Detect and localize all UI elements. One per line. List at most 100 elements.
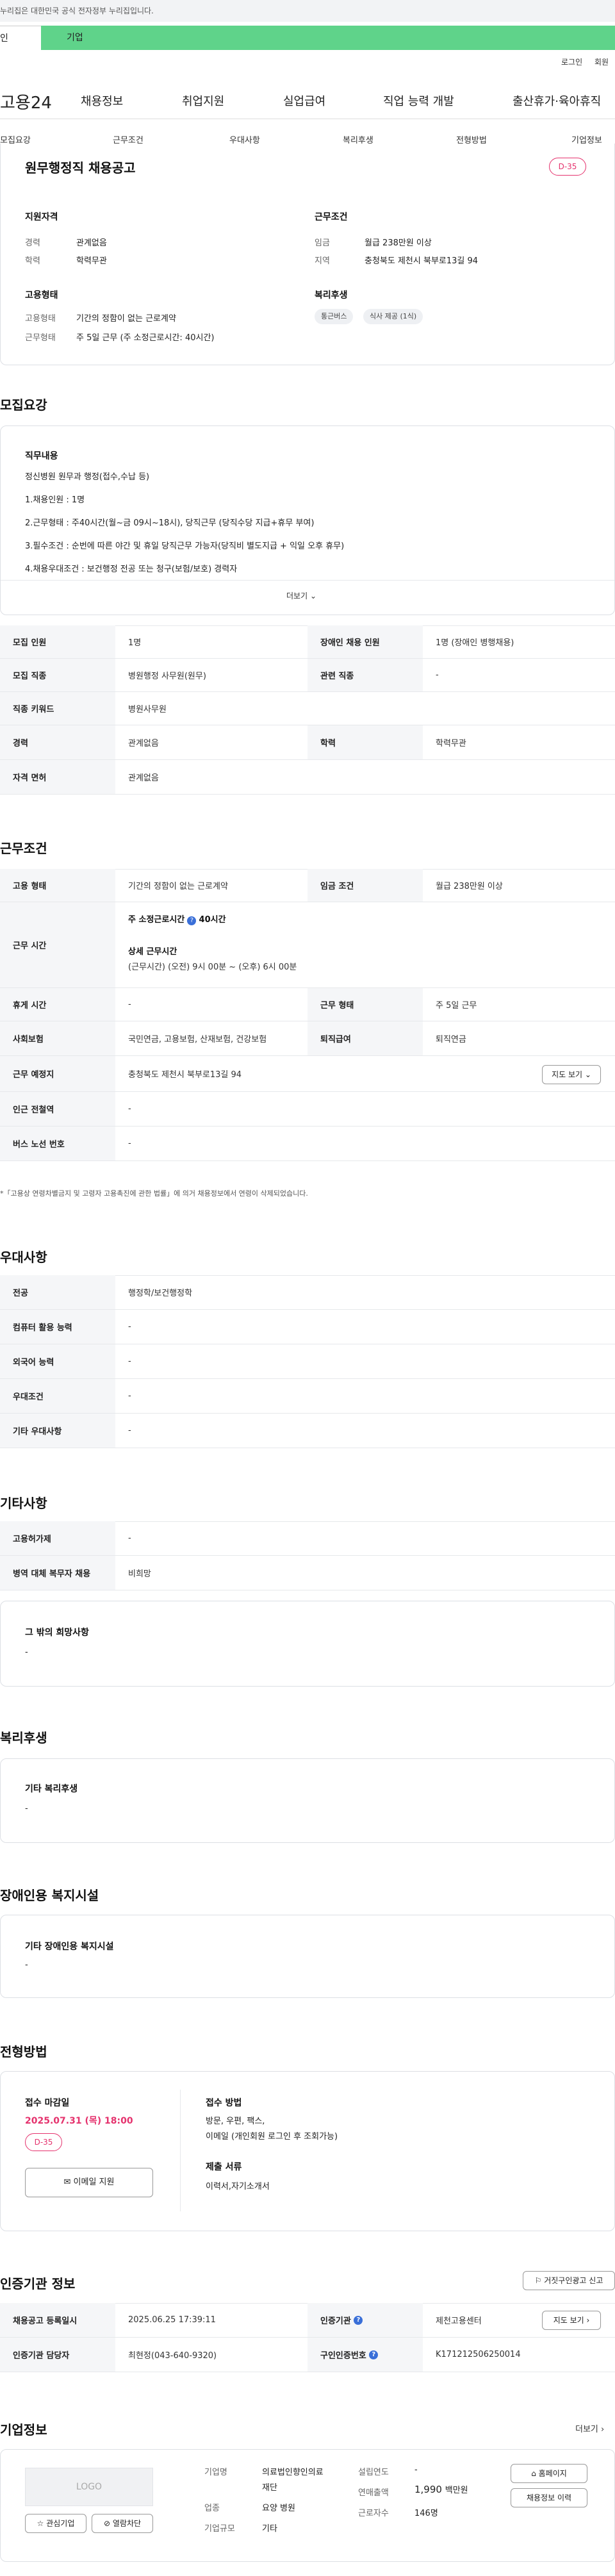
- wage-label: 임금: [315, 238, 330, 248]
- false-ad-report-button[interactable]: ⚐ 거짓구인광고 신고: [523, 2271, 615, 2290]
- docs-title: 제출 서류: [206, 2162, 242, 2172]
- td-pref-cond: -: [128, 1391, 131, 1401]
- th-career: 경력: [0, 725, 115, 759]
- region-label: 지역: [315, 256, 330, 266]
- welfare-section-title: 복리후생: [0, 1730, 47, 1746]
- th-related: 관련 직종: [308, 659, 423, 691]
- site-logo[interactable]: 고용24: [0, 90, 52, 113]
- company-section-title: 기업정보: [0, 2422, 47, 2438]
- th-language: 외국어 능력: [0, 1344, 115, 1378]
- favorite-company-button[interactable]: ☆ 관심기업: [25, 2514, 86, 2533]
- info-icon[interactable]: ?: [369, 2350, 379, 2359]
- recruit-history-button[interactable]: 채용정보 이력: [511, 2488, 587, 2507]
- homepage-label: 홈페이지: [538, 2469, 567, 2478]
- chevron-down-icon: ⌄: [584, 1070, 591, 1079]
- homepage-button[interactable]: ⌂ 홈페이지: [511, 2464, 587, 2483]
- th-insurance: 사회보험: [0, 1021, 115, 1055]
- table-row: 모집 인원 1명 장애인 채용 인원 1명 (장애인 병행채용): [0, 625, 615, 659]
- th-worktype: 근무 형태: [308, 988, 423, 1021]
- table-row: 버스 노선 번호 -: [0, 1127, 615, 1161]
- th-cert-org-label: 인증기관: [320, 2316, 351, 2326]
- industry-label: 업종: [204, 2504, 220, 2513]
- method-value-1: 방문, 우편, 팩스,: [206, 2117, 265, 2126]
- info-icon[interactable]: ?: [187, 916, 197, 925]
- region-value: 충청북도 제천시 북부로13길 94: [365, 256, 479, 266]
- worktime-detail-title: 상세 근무시간: [128, 947, 177, 957]
- welfare-card: 기타 복리후생 -: [0, 1758, 615, 1843]
- worktime-main-value: 40시간: [199, 915, 226, 925]
- work-section-title: 근무조건: [0, 841, 47, 856]
- table-row: 사회보험 국민연금, 고용보험, 산재보험, 건강보험 퇴직급여 퇴직연금: [0, 1021, 615, 1056]
- block-view-label: 열람차단: [112, 2519, 142, 2528]
- company-size-value: 기타: [262, 2524, 277, 2534]
- career-label: 경력: [25, 238, 40, 248]
- recruit-section-title: 모집요강: [0, 397, 47, 413]
- td-insurance: 국민연금, 고용보험, 산재보험, 건강보험: [128, 1035, 267, 1044]
- td-cert-org: 제천고용센터: [436, 2316, 482, 2326]
- company-name-value-1: 의료법인향인의료: [262, 2468, 324, 2477]
- td-occupation: 병원행정 사무원(원무): [128, 672, 206, 681]
- email-apply-button[interactable]: ✉ 이메일 지원: [25, 2168, 153, 2197]
- td-retire: 퇴직연금: [436, 1035, 466, 1044]
- block-view-button[interactable]: ⊘ 열람차단: [92, 2514, 153, 2533]
- td-place: 충청북도 제천시 북부로13길 94: [128, 1070, 242, 1080]
- td-worktype: 주 5일 근무: [436, 1001, 477, 1011]
- company-more-link[interactable]: 더보기 ›: [575, 2422, 604, 2434]
- job-title: 원무행정직 채용공고: [25, 160, 136, 176]
- table-row: 근무 예정지 충청북도 제천시 북부로13길 94 지도 보기 ⌄: [0, 1056, 615, 1092]
- company-name-value-2: 재단: [262, 2483, 277, 2493]
- deadline-dday-badge: D-35: [25, 2133, 62, 2151]
- td-cert-no: K171212506250014: [436, 2350, 521, 2359]
- more-button[interactable]: 더보기 ⌄: [286, 590, 316, 601]
- deadline-title: 접수 마감일: [25, 2098, 70, 2108]
- industry-value: 요양 병원: [262, 2504, 295, 2513]
- td-major: 행정학/보건행정학: [128, 1289, 193, 1298]
- worktime-detail: (근무시간) (오전) 9시 00분 ~ (오후) 6시 00분: [128, 962, 297, 972]
- cert-map-button[interactable]: 지도 보기 ›: [542, 2311, 601, 2330]
- gnb-item-leave[interactable]: 출산휴가·육아휴직: [512, 92, 601, 109]
- dday-badge: D-35: [549, 158, 586, 176]
- tab-business[interactable]: 기업: [41, 26, 615, 50]
- cert-map-label: 지도 보기: [553, 2316, 584, 2325]
- company-name-label: 기업명: [204, 2468, 227, 2477]
- th-manager: 인증기관 담당자: [0, 2338, 115, 2372]
- duty-card: 직무내용 정신병원 원무과 행정(접수,수납 등) 1.채용인원 : 1명 2.…: [0, 425, 615, 615]
- th-bus: 버스 노선 번호: [0, 1127, 115, 1160]
- td-wage: 월급 238만원 이상: [436, 882, 503, 891]
- gnb-item-employment-support[interactable]: 취업지원: [182, 92, 224, 109]
- table-row: 자격 면허 관계없음: [0, 760, 615, 795]
- sales-value: 1,990 백만원: [414, 2483, 468, 2495]
- deadline-value: 2025.07.31 (목) 18:00: [25, 2116, 133, 2126]
- login-link[interactable]: 로그인: [561, 56, 582, 67]
- signup-link[interactable]: 회원: [594, 56, 609, 67]
- report-icon: ⚐: [534, 2276, 542, 2285]
- gnb-item-jobs[interactable]: 채용정보: [81, 92, 123, 109]
- gnb-item-unemployment[interactable]: 실업급여: [283, 92, 325, 109]
- info-icon[interactable]: ?: [354, 2315, 363, 2325]
- chip-commute-bus: 통근버스: [315, 309, 354, 324]
- table-row: 경력 관계없음 학력 학력무관: [0, 725, 615, 760]
- td-military: 비희망: [128, 1569, 151, 1579]
- gnb-item-training[interactable]: 직업 능력 개발: [383, 92, 454, 109]
- screening-card: 접수 마감일 2025.07.31 (목) 18:00 D-35 ✉ 이메일 지…: [0, 2071, 615, 2231]
- career-value: 관계없음: [76, 238, 107, 248]
- duty-line-1: 1.채용인원 : 1명: [25, 495, 85, 505]
- duty-line-3: 3.필수조건 : 순번에 따른 야간 및 휴일 당직근무 가능자(당직비 별도지…: [25, 541, 345, 551]
- screening-divider: [180, 2090, 181, 2211]
- wage-value: 월급 238만원 이상: [365, 238, 432, 248]
- gov-banner: 누리집은 대한민국 공식 전자정부 누리집입니다.: [0, 0, 615, 22]
- td-language: -: [128, 1357, 131, 1366]
- mail-icon: ✉: [63, 2177, 71, 2187]
- more-label: 더보기: [286, 591, 308, 600]
- th-wage: 임금 조건: [308, 869, 423, 902]
- employees-value: 146명: [414, 2509, 438, 2518]
- th-station: 인근 전철역: [0, 1092, 115, 1126]
- map-view-button[interactable]: 지도 보기 ⌄: [542, 1065, 601, 1084]
- tab-individual[interactable]: 인: [0, 26, 41, 50]
- table-row: 고용 형태 기간의 정함이 없는 근로계약 임금 조건 월급 238만원 이상: [0, 869, 615, 902]
- recruit-history-label: 채용정보 이력: [526, 2493, 572, 2502]
- th-retire: 퇴직급여: [308, 1021, 423, 1055]
- th-permit: 고용허가제: [0, 1521, 115, 1555]
- gov-banner-text: 누리집은 대한민국 공식 전자정부 누리집입니다.: [0, 6, 154, 15]
- table-row: 직종 키워드 병원사무원: [0, 692, 615, 725]
